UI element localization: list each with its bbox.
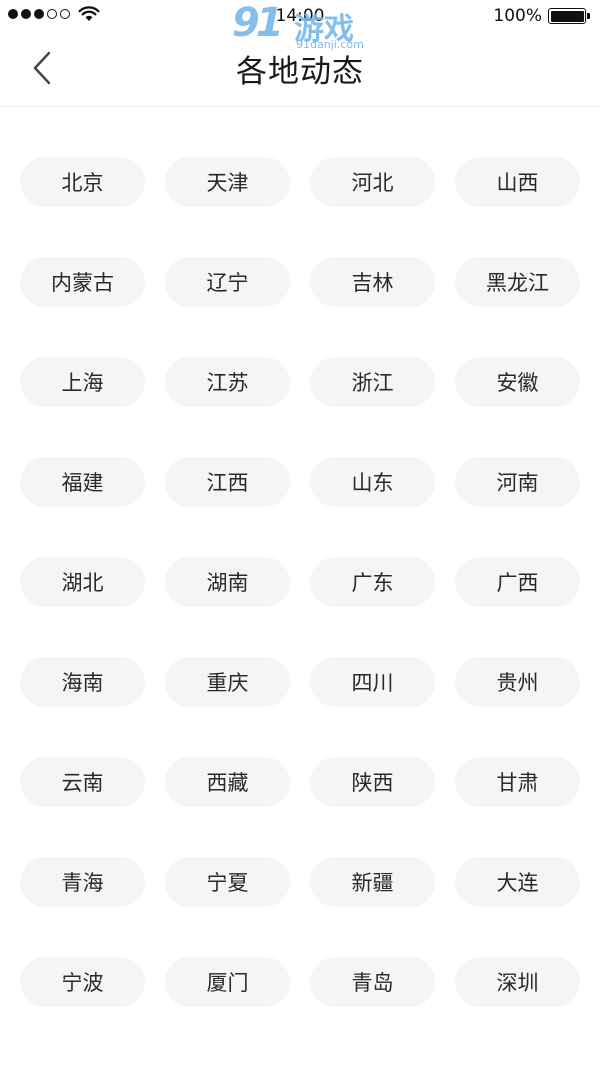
region-chip[interactable]: 新疆 bbox=[310, 857, 435, 907]
region-chip[interactable]: 山西 bbox=[455, 157, 580, 207]
region-chip[interactable]: 河北 bbox=[310, 157, 435, 207]
region-chip[interactable]: 黑龙江 bbox=[455, 257, 580, 307]
region-chip[interactable]: 宁夏 bbox=[165, 857, 290, 907]
region-chip[interactable]: 上海 bbox=[20, 357, 145, 407]
region-chip[interactable]: 广东 bbox=[310, 557, 435, 607]
region-chip[interactable]: 青岛 bbox=[310, 957, 435, 1007]
region-chip[interactable]: 湖北 bbox=[20, 557, 145, 607]
region-chip[interactable]: 辽宁 bbox=[165, 257, 290, 307]
region-chip[interactable]: 深圳 bbox=[455, 957, 580, 1007]
region-chip[interactable]: 宁波 bbox=[20, 957, 145, 1007]
region-chip[interactable]: 安徽 bbox=[455, 357, 580, 407]
region-chip[interactable]: 贵州 bbox=[455, 657, 580, 707]
page-title: 各地动态 bbox=[236, 54, 364, 90]
region-chip[interactable]: 大连 bbox=[455, 857, 580, 907]
navigation-bar: 各地动态 bbox=[0, 34, 600, 107]
region-chip[interactable]: 海南 bbox=[20, 657, 145, 707]
region-chip[interactable]: 云南 bbox=[20, 757, 145, 807]
region-chip[interactable]: 浙江 bbox=[310, 357, 435, 407]
battery-fill bbox=[550, 10, 584, 22]
region-chip[interactable]: 河南 bbox=[455, 457, 580, 507]
region-chip[interactable]: 甘肃 bbox=[455, 757, 580, 807]
status-right: 100% bbox=[493, 6, 590, 26]
region-chip[interactable]: 四川 bbox=[310, 657, 435, 707]
region-chip[interactable]: 湖南 bbox=[165, 557, 290, 607]
region-grid: 北京 天津 河北 山西 内蒙古 辽宁 吉林 黑龙江 上海 江苏 浙江 安徽 福建… bbox=[20, 157, 580, 1007]
region-chip[interactable]: 陕西 bbox=[310, 757, 435, 807]
region-chip[interactable]: 山东 bbox=[310, 457, 435, 507]
region-chip[interactable]: 福建 bbox=[20, 457, 145, 507]
region-chip[interactable]: 青海 bbox=[20, 857, 145, 907]
status-bar: 14:00 100% bbox=[0, 0, 600, 34]
region-chip[interactable]: 江苏 bbox=[165, 357, 290, 407]
region-chip[interactable]: 厦门 bbox=[165, 957, 290, 1007]
region-chip[interactable]: 重庆 bbox=[165, 657, 290, 707]
region-chip[interactable]: 北京 bbox=[20, 157, 145, 207]
region-chip[interactable]: 西藏 bbox=[165, 757, 290, 807]
battery-percent: 100% bbox=[493, 6, 542, 26]
battery-icon bbox=[548, 8, 590, 24]
region-chip[interactable]: 江西 bbox=[165, 457, 290, 507]
region-chip[interactable]: 广西 bbox=[455, 557, 580, 607]
region-chip[interactable]: 天津 bbox=[165, 157, 290, 207]
region-chip[interactable]: 内蒙古 bbox=[20, 257, 145, 307]
region-chip[interactable]: 吉林 bbox=[310, 257, 435, 307]
